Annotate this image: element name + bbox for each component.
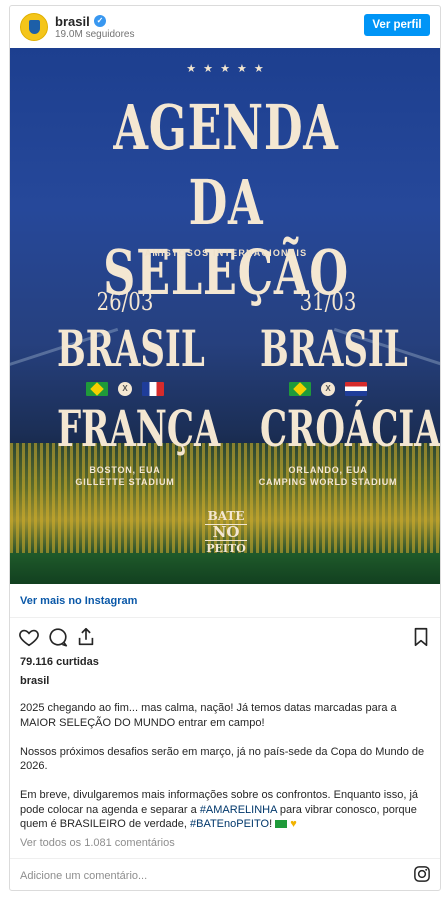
yellow-heart-emoji-icon: ♥ bbox=[290, 818, 297, 830]
view-more-on-instagram-link[interactable]: Ver mais no Instagram bbox=[10, 584, 440, 618]
view-all-comments-link[interactable]: Ver todos os 1.081 comentários bbox=[20, 837, 175, 849]
match-away-team: CROÁCIA bbox=[260, 399, 441, 458]
match-venue-stadium: GILLETTE STADIUM bbox=[75, 477, 175, 487]
france-flag-icon bbox=[142, 382, 164, 396]
crest-icon bbox=[29, 20, 40, 34]
post-header: brasil ✓ 19.0M seguidores Ver perfil bbox=[10, 6, 440, 48]
poster-subtitle: AMISTOSOS INTERNACIONAIS bbox=[144, 248, 308, 258]
match-away-team: FRANÇA bbox=[57, 399, 221, 458]
match-home-team: BRASIL bbox=[57, 319, 205, 378]
caption-username[interactable]: brasil bbox=[20, 675, 49, 687]
view-profile-button[interactable]: Ver perfil bbox=[364, 14, 430, 36]
poster-title-line1: AGENDA bbox=[113, 91, 339, 164]
bate-no-peito-logo: BATE NO PEITO bbox=[205, 509, 247, 555]
action-bar bbox=[10, 624, 440, 652]
caption-paragraph: Em breve, divulgaremos mais informações … bbox=[20, 789, 419, 830]
match-flags: X bbox=[228, 378, 428, 400]
brazil-flag-emoji-icon bbox=[275, 820, 288, 829]
versus-icon: X bbox=[118, 382, 132, 396]
hashtag-link[interactable]: #AMARELINHA bbox=[200, 804, 277, 816]
match-flags: X bbox=[25, 378, 225, 400]
followers-count: 19.0M seguidores bbox=[55, 29, 135, 40]
match-card-2: 31/03 BRASIL X CROÁCIA ORLANDO, EUA CAMP… bbox=[228, 288, 441, 488]
bookmark-icon[interactable] bbox=[410, 626, 432, 648]
caption-paragraph: Nossos próximos desafios serão em março,… bbox=[20, 745, 425, 773]
match-date: 31/03 bbox=[299, 288, 357, 316]
match-date: 26/03 bbox=[96, 288, 154, 316]
instagram-icon[interactable] bbox=[413, 865, 431, 883]
add-comment-field[interactable]: Adicione um comentário... bbox=[10, 858, 440, 890]
brazil-flag-icon bbox=[86, 382, 108, 396]
versus-icon: X bbox=[321, 382, 335, 396]
match-home-team: BRASIL bbox=[260, 319, 408, 378]
match-venue-city: BOSTON, EUA bbox=[89, 465, 161, 475]
avatar[interactable] bbox=[20, 13, 48, 41]
poster-title-line2: DA SELEÇÃO bbox=[103, 166, 349, 309]
caption-paragraph: 2025 chegando ao fim... mas calma, nação… bbox=[20, 702, 397, 729]
match-venue-city: ORLANDO, EUA bbox=[288, 465, 368, 475]
post-image[interactable]: ★ ★ ★ ★ ★ AGENDA DA SELEÇÃO AMISTOSOS IN… bbox=[10, 48, 441, 584]
instagram-embed-card: brasil ✓ 19.0M seguidores Ver perfil ★ ★… bbox=[9, 5, 441, 891]
heart-icon[interactable] bbox=[18, 626, 40, 648]
comment-icon[interactable] bbox=[47, 626, 69, 648]
croatia-flag-icon bbox=[345, 382, 367, 396]
verified-badge-icon: ✓ bbox=[94, 15, 106, 27]
share-icon[interactable] bbox=[75, 626, 97, 648]
stars-icon: ★ ★ ★ ★ ★ bbox=[186, 63, 266, 75]
hashtag-link[interactable]: #BATEnoPEITO bbox=[190, 818, 269, 830]
match-venue-stadium: CAMPING WORLD STADIUM bbox=[258, 477, 398, 487]
brazil-flag-icon bbox=[289, 382, 311, 396]
username[interactable]: brasil bbox=[55, 14, 90, 29]
post-caption: 2025 chegando ao fim... mas calma, nação… bbox=[20, 701, 432, 846]
likes-count[interactable]: 79.116 curtidas bbox=[20, 656, 99, 668]
match-card-1: 26/03 BRASIL X FRANÇA BOSTON, EUA GILLET… bbox=[25, 288, 225, 488]
